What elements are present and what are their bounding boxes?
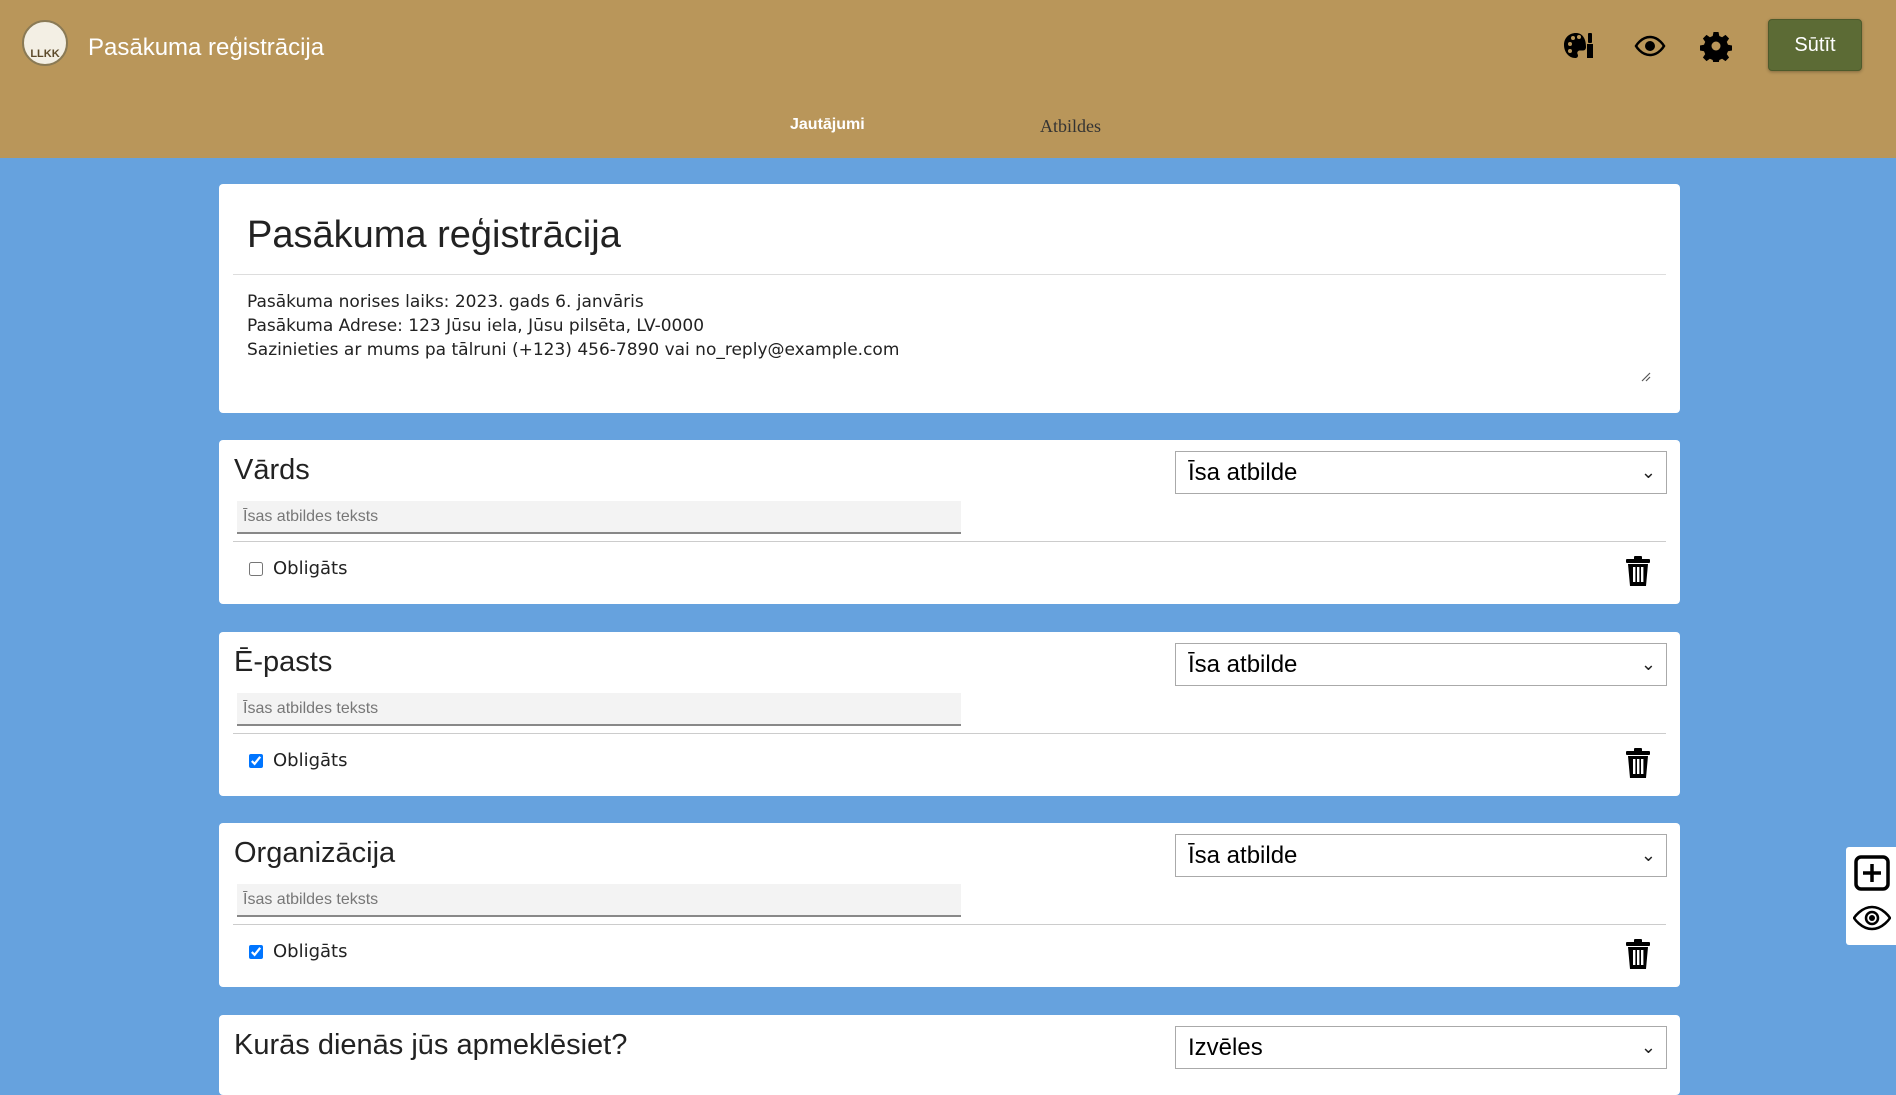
question-type-value: Izvēles	[1188, 1034, 1263, 1061]
question-card: Ē-pasts Īsa atbilde ⌄ Īsas atbildes teks…	[219, 632, 1680, 796]
trash-icon[interactable]	[1625, 939, 1651, 969]
tab-responses[interactable]: Atbildes	[1040, 116, 1101, 137]
eye-icon[interactable]	[1634, 30, 1666, 62]
form-title[interactable]: Pasākuma reģistrācija	[247, 214, 621, 257]
question-card: Organizācija Īsa atbilde ⌄ Īsas atbildes…	[219, 823, 1680, 987]
required-toggle[interactable]: Obligāts	[249, 558, 348, 579]
divider	[233, 733, 1666, 734]
question-title[interactable]: Kurās dienās jūs apmeklēsiet?	[234, 1029, 627, 1062]
question-type-select[interactable]: Īsa atbilde ⌄	[1175, 834, 1667, 877]
question-card: Vārds Īsa atbilde ⌄ Īsas atbildes teksts…	[219, 440, 1680, 604]
divider	[233, 924, 1666, 925]
app-logo: LLKK	[22, 20, 68, 66]
short-answer-field: Īsas atbildes teksts	[237, 884, 961, 917]
floating-side-panel	[1846, 847, 1896, 945]
short-answer-field: Īsas atbildes teksts	[237, 501, 961, 534]
chevron-down-icon: ⌄	[1640, 654, 1656, 674]
required-label: Obligāts	[273, 558, 348, 579]
add-question-icon[interactable]	[1854, 855, 1890, 891]
gear-icon[interactable]	[1700, 30, 1732, 62]
question-type-select[interactable]: Īsa atbilde ⌄	[1175, 643, 1667, 686]
app-header: LLKK Pasākuma reģistrācija Sūtīt Jautāju…	[0, 0, 1896, 158]
question-card: Kurās dienās jūs apmeklēsiet? Izvēles ⌄	[219, 1015, 1680, 1095]
trash-icon[interactable]	[1625, 556, 1651, 586]
required-toggle[interactable]: Obligāts	[249, 750, 348, 771]
required-checkbox[interactable]	[249, 944, 263, 959]
question-title[interactable]: Vārds	[234, 454, 310, 487]
send-button[interactable]: Sūtīt	[1768, 19, 1862, 71]
question-type-value: Īsa atbilde	[1188, 842, 1298, 869]
required-checkbox[interactable]	[249, 561, 263, 576]
app-title: Pasākuma reģistrācija	[88, 34, 325, 61]
chevron-down-icon: ⌄	[1640, 1037, 1656, 1057]
question-title[interactable]: Ē-pasts	[234, 646, 332, 679]
preview-eye-icon[interactable]	[1853, 905, 1891, 931]
tab-questions[interactable]: Jautājumi	[790, 116, 865, 134]
form-description[interactable]: Pasākuma norises laiks: 2023. gads 6. ja…	[247, 290, 1657, 370]
question-type-select[interactable]: Īsa atbilde ⌄	[1175, 451, 1667, 494]
trash-icon[interactable]	[1625, 748, 1651, 778]
resize-grip-icon[interactable]	[1639, 370, 1651, 382]
chevron-down-icon: ⌄	[1640, 462, 1656, 482]
question-type-value: Īsa atbilde	[1188, 651, 1298, 678]
divider	[233, 274, 1666, 275]
required-label: Obligāts	[273, 941, 348, 962]
required-toggle[interactable]: Obligāts	[249, 941, 348, 962]
logo-text: LLKK	[30, 48, 60, 60]
divider	[233, 541, 1666, 542]
question-type-value: Īsa atbilde	[1188, 459, 1298, 486]
required-label: Obligāts	[273, 750, 348, 771]
form-title-card: Pasākuma reģistrācija Pasākuma norises l…	[219, 184, 1680, 413]
required-checkbox[interactable]	[249, 753, 263, 768]
question-type-select[interactable]: Izvēles ⌄	[1175, 1026, 1667, 1069]
short-answer-field: Īsas atbildes teksts	[237, 693, 961, 726]
palette-icon[interactable]	[1562, 30, 1594, 62]
chevron-down-icon: ⌄	[1640, 845, 1656, 865]
question-title[interactable]: Organizācija	[234, 837, 395, 870]
